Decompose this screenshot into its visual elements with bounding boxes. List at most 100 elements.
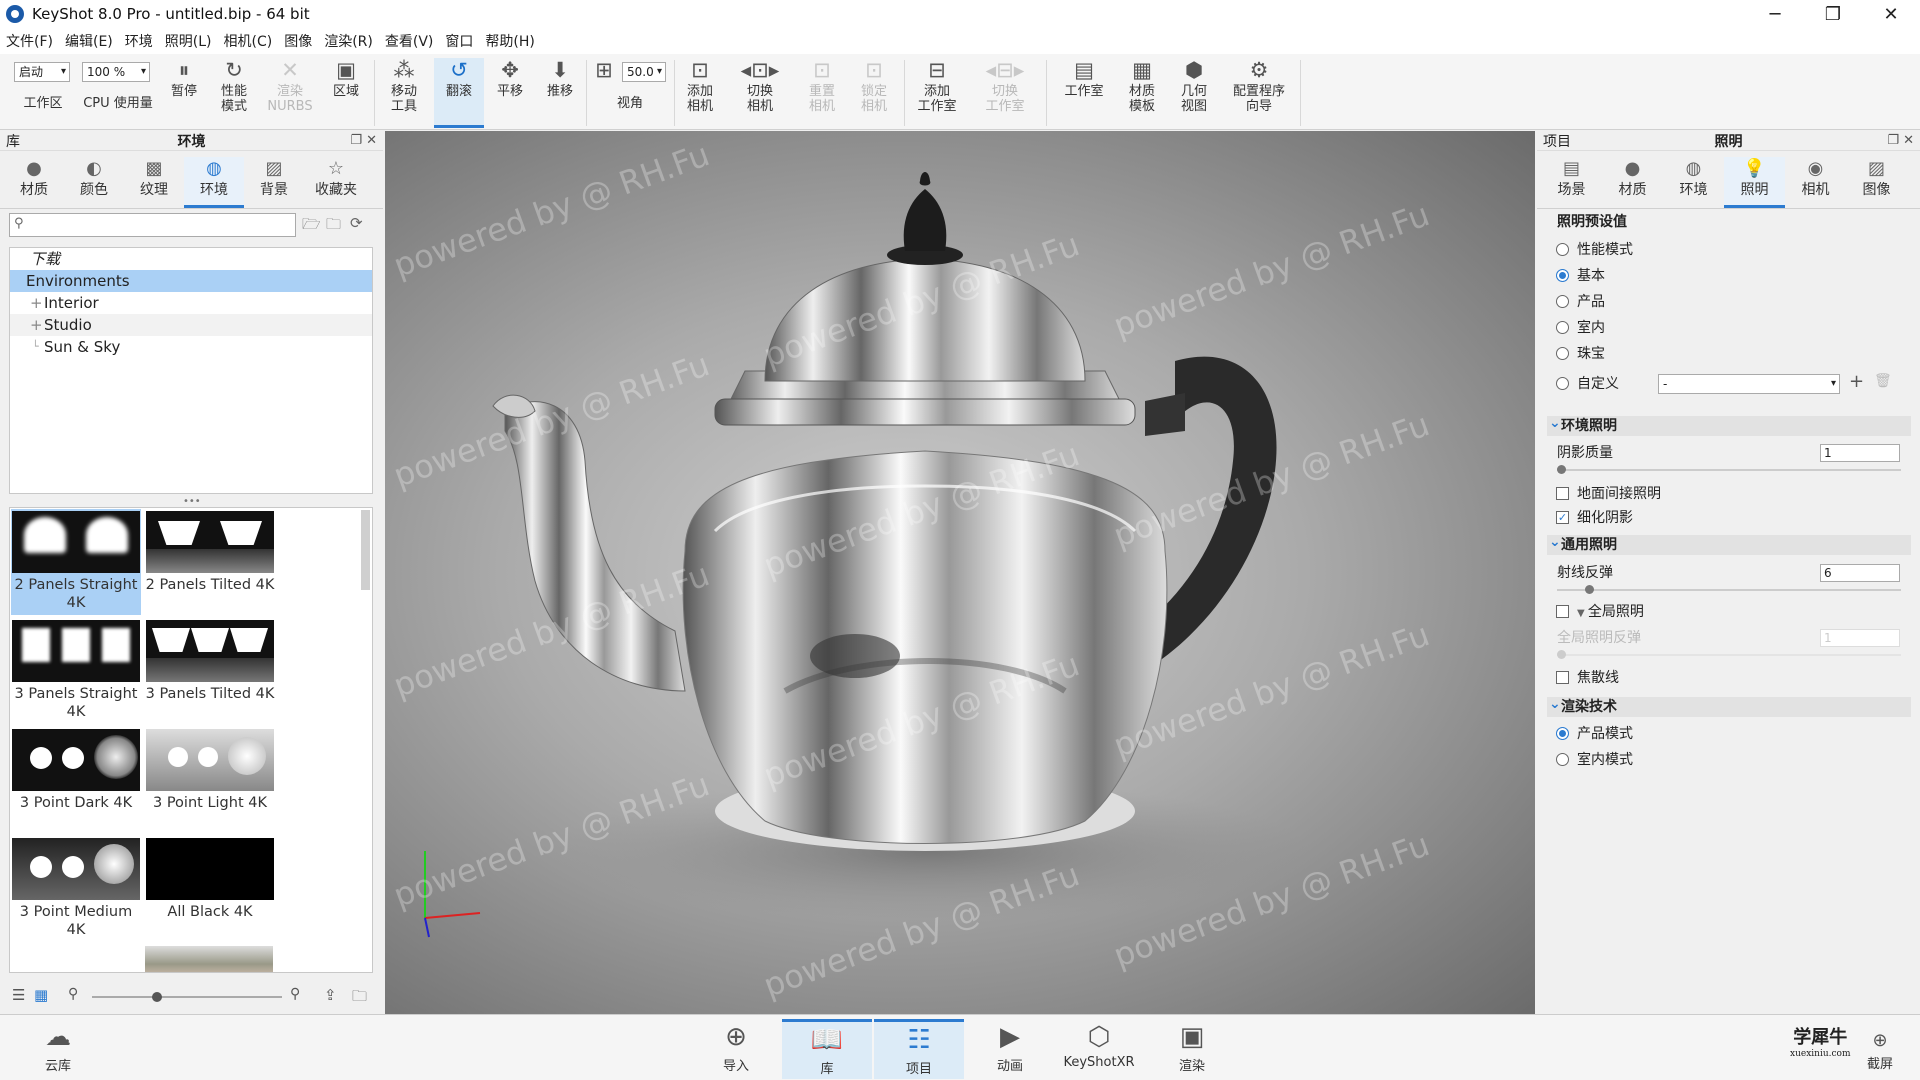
grid-view-icon[interactable]: ▦ — [34, 986, 48, 1004]
performance-mode-button[interactable]: ↻ 性能 模式 — [212, 58, 256, 114]
list-view-icon[interactable]: ☰ — [12, 986, 25, 1004]
preset-custom-radio[interactable] — [1556, 377, 1569, 390]
delete-preset-icon[interactable]: 🗑 — [1874, 373, 1892, 389]
tab-image[interactable]: ▨ 图像 — [1846, 157, 1907, 208]
collapse-icon[interactable]: ▼ — [1577, 608, 1588, 619]
folder-open-icon[interactable]: 🗁 — [302, 214, 321, 239]
thumb-partial[interactable] — [145, 946, 273, 972]
refresh-icon[interactable]: ⟳ — [350, 214, 363, 232]
menu-file[interactable]: 文件(F) — [6, 31, 53, 51]
menu-view[interactable]: 查看(V) — [385, 31, 434, 51]
move-tool-button[interactable]: ⁂ 移动 工具 — [382, 58, 426, 114]
thumbs-scrollbar[interactable] — [361, 510, 370, 590]
thumb-3-panels-tilted[interactable]: 3 Panels Tilted 4K — [145, 618, 275, 724]
switch-studio-button[interactable]: ◂⊟▸ 切换 工作室 — [978, 58, 1032, 114]
thumb-2-panels-straight[interactable]: 2 Panels Straight 4K — [11, 509, 141, 615]
tree-item-interior[interactable]: + Interior — [10, 292, 372, 314]
render-viewport[interactable]: powered by @ RH.Fu powered by @ RH.Fu po… — [385, 131, 1535, 1014]
keyshotxr-button[interactable]: ⬡ KeyShotXR — [1056, 1019, 1142, 1070]
refine-shadows-checkbox[interactable]: ✓ — [1556, 511, 1569, 524]
project-button[interactable]: ☷ 项目 — [874, 1019, 964, 1079]
ray-bounces-slider[interactable] — [1557, 585, 1901, 594]
general-lighting-section[interactable]: 通用照明 — [1547, 532, 1911, 555]
tumble-button[interactable]: ↺ 翻滚 — [434, 58, 484, 128]
import-button[interactable]: ⊕ 导入 — [706, 1019, 766, 1074]
zoom-out-icon[interactable]: ⚲ — [68, 986, 78, 1002]
folder-icon[interactable]: 🗀 — [352, 986, 367, 1011]
tree-item-downloads[interactable]: 下载 — [10, 248, 372, 270]
workspace-dropdown[interactable]: 启动 — [14, 62, 70, 82]
tab-colors[interactable]: ◐ 颜色 — [64, 157, 124, 208]
preset-performance-radio[interactable] — [1556, 243, 1569, 256]
thumbnail-size-slider[interactable] — [92, 992, 282, 1002]
expand-icon[interactable]: + — [30, 292, 43, 314]
tab-environment[interactable]: ◍ 环境 — [1663, 157, 1724, 208]
library-search-input[interactable]: ⚲ — [9, 213, 296, 237]
reset-camera-button[interactable]: ⊡ 重置 相机 — [800, 58, 844, 114]
maximize-button[interactable]: ❐ — [1804, 0, 1862, 28]
studio-button[interactable]: ▤ 工作室 — [1058, 58, 1110, 99]
upload-icon[interactable]: ⇪ — [324, 986, 337, 1004]
product-mode-radio[interactable] — [1556, 727, 1569, 740]
add-studio-button[interactable]: ⊟ 添加 工作室 — [910, 58, 964, 114]
screenshot-button[interactable]: ⊕ 截屏 — [1850, 1029, 1910, 1072]
tab-favorites[interactable]: ☆ 收藏夹 — [304, 157, 368, 208]
close-button[interactable]: ✕ — [1862, 0, 1920, 28]
preset-interior-radio[interactable] — [1556, 321, 1569, 334]
shadow-quality-input[interactable]: 1 — [1820, 444, 1900, 462]
render-technique-section[interactable]: 渲染技术 — [1547, 694, 1911, 717]
tab-camera[interactable]: ◉ 相机 — [1785, 157, 1846, 208]
render-button[interactable]: ▣ 渲染 — [1162, 1019, 1222, 1074]
tab-lighting[interactable]: 💡 照明 — [1724, 157, 1785, 208]
menu-camera[interactable]: 相机(C) — [224, 31, 273, 51]
splitter-handle[interactable]: ••• — [183, 496, 201, 507]
tab-backplates[interactable]: ▨ 背景 — [244, 157, 304, 208]
thumb-all-black[interactable]: All Black 4K — [145, 836, 275, 942]
panel-close-icon[interactable]: ❐ ✕ — [350, 133, 377, 148]
configurator-wizard-button[interactable]: ⚙ 配置程序 向导 — [1224, 58, 1294, 114]
tab-materials[interactable]: ● 材质 — [4, 157, 64, 208]
ray-bounces-input[interactable]: 6 — [1820, 564, 1900, 582]
environment-lighting-section[interactable]: 环境照明 — [1547, 413, 1911, 436]
thumb-3-point-light[interactable]: 3 Point Light 4K — [145, 727, 275, 833]
menu-help[interactable]: 帮助(H) — [485, 31, 534, 51]
zoom-in-icon[interactable]: ⚲ — [290, 986, 300, 1002]
menu-lighting[interactable]: 照明(L) — [165, 31, 212, 51]
preset-basic-radio[interactable] — [1556, 269, 1569, 282]
menu-render[interactable]: 渲染(R) — [324, 31, 373, 51]
shadow-quality-slider[interactable] — [1557, 465, 1901, 474]
pause-button[interactable]: ⏸ 暂停 — [164, 58, 204, 99]
tab-scene[interactable]: ▤ 场景 — [1541, 157, 1602, 208]
animation-button[interactable]: ▶ 动画 — [980, 1019, 1040, 1074]
fov-input[interactable]: 50.0 — [622, 62, 666, 82]
tab-material[interactable]: ● 材质 — [1602, 157, 1663, 208]
gi-bounces-slider[interactable] — [1557, 650, 1901, 659]
global-illumination-checkbox[interactable] — [1556, 605, 1569, 618]
custom-preset-dropdown[interactable]: - — [1658, 374, 1840, 394]
thumb-2-panels-tilted[interactable]: 2 Panels Tilted 4K — [145, 509, 275, 615]
minimize-button[interactable]: ─ — [1746, 0, 1804, 28]
expand-icon[interactable]: + — [30, 314, 43, 336]
panel-close-icon[interactable]: ❐ ✕ — [1887, 133, 1914, 148]
ground-indirect-checkbox[interactable] — [1556, 487, 1569, 500]
menu-window[interactable]: 窗口 — [445, 31, 473, 51]
preset-jewelry-radio[interactable] — [1556, 347, 1569, 360]
menu-environment[interactable]: 环境 — [125, 31, 153, 51]
menu-image[interactable]: 图像 — [284, 31, 312, 51]
library-button[interactable]: 📖 库 — [782, 1019, 872, 1079]
add-camera-button[interactable]: ⊡ 添加 相机 — [678, 58, 722, 114]
material-template-button[interactable]: ▦ 材质 模板 — [1120, 58, 1164, 114]
caustics-checkbox[interactable] — [1556, 671, 1569, 684]
menu-edit[interactable]: 编辑(E) — [65, 31, 113, 51]
tree-item-environments[interactable]: Environments — [10, 270, 372, 292]
gi-bounces-input[interactable]: 1 — [1820, 629, 1900, 647]
add-preset-icon[interactable]: + — [1849, 371, 1864, 392]
tab-textures[interactable]: ▩ 纹理 — [124, 157, 184, 208]
cloud-library-button[interactable]: ☁ 云库 — [30, 1019, 86, 1074]
folder-add-icon[interactable]: 🗀 — [326, 214, 341, 239]
tab-environments[interactable]: ◍ 环境 — [184, 157, 244, 208]
cpu-usage-dropdown[interactable]: 100 % — [82, 62, 150, 82]
region-button[interactable]: ▣ 区域 — [326, 58, 366, 99]
switch-camera-button[interactable]: ◂⊡▸ 切换 相机 — [736, 58, 784, 114]
lock-camera-button[interactable]: ⊡ 锁定 相机 — [852, 58, 896, 114]
